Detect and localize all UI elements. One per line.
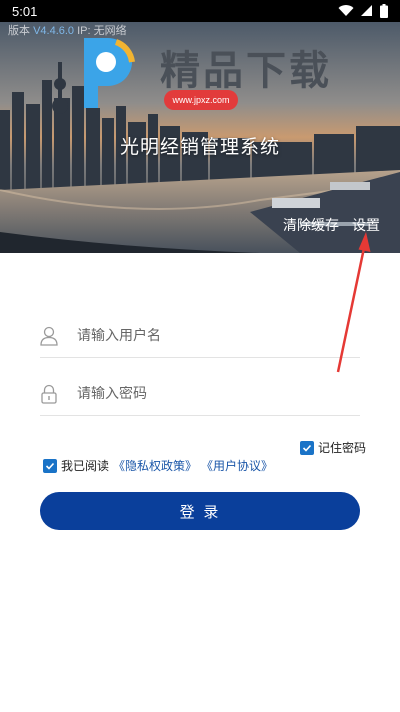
version-number: V4.4.6.0	[33, 25, 75, 37]
remember-password-label: 记住密码	[318, 441, 367, 455]
user-icon	[40, 326, 58, 346]
remember-password-toggle[interactable]: 记住密码	[300, 439, 366, 456]
header-banner: 版本 V4.4.6.0 IP: 无网络 精品下载 www.jpxz.com 光明…	[0, 22, 400, 253]
check-icon	[302, 444, 312, 452]
privacy-policy-link[interactable]: 《隐私权政策》	[113, 457, 197, 474]
username-input[interactable]	[77, 327, 327, 344]
version-info: 版本 V4.4.6.0 IP: 无网络	[8, 22, 127, 38]
clear-cache-button[interactable]: 清除缓存	[283, 215, 339, 235]
watermark-p-logo-icon	[84, 38, 135, 108]
status-bar: 5:01	[0, 0, 400, 22]
wifi-icon	[338, 5, 354, 17]
user-agreement-link[interactable]: 《用户协议》	[201, 457, 273, 474]
password-field	[40, 372, 360, 416]
status-time: 5:01	[12, 3, 38, 19]
settings-button[interactable]: 设置	[352, 215, 380, 235]
lock-icon	[41, 384, 57, 404]
watermark-text: 精品下载	[160, 48, 332, 94]
status-icons	[338, 4, 388, 18]
battery-icon	[380, 4, 388, 18]
cell-signal-icon	[361, 5, 372, 16]
watermark-logo: 精品下载 www.jpxz.com	[72, 28, 329, 128]
version-prefix: 版本	[8, 25, 30, 37]
agree-label: 我已阅读	[61, 459, 110, 473]
watermark-subtext: www.jpxz.com	[164, 90, 238, 110]
ip-status: IP: 无网络	[77, 25, 127, 37]
remember-password-checkbox[interactable]	[300, 440, 314, 455]
agree-checkbox[interactable]	[43, 458, 57, 473]
check-icon	[45, 462, 55, 470]
login-button[interactable]: 登 录	[40, 492, 360, 530]
password-input[interactable]	[77, 385, 327, 402]
username-field	[40, 314, 360, 358]
agreement-row: 我已阅读 《隐私权政策》 《用户协议》	[43, 457, 273, 474]
system-title: 光明经销管理系统	[119, 136, 280, 158]
